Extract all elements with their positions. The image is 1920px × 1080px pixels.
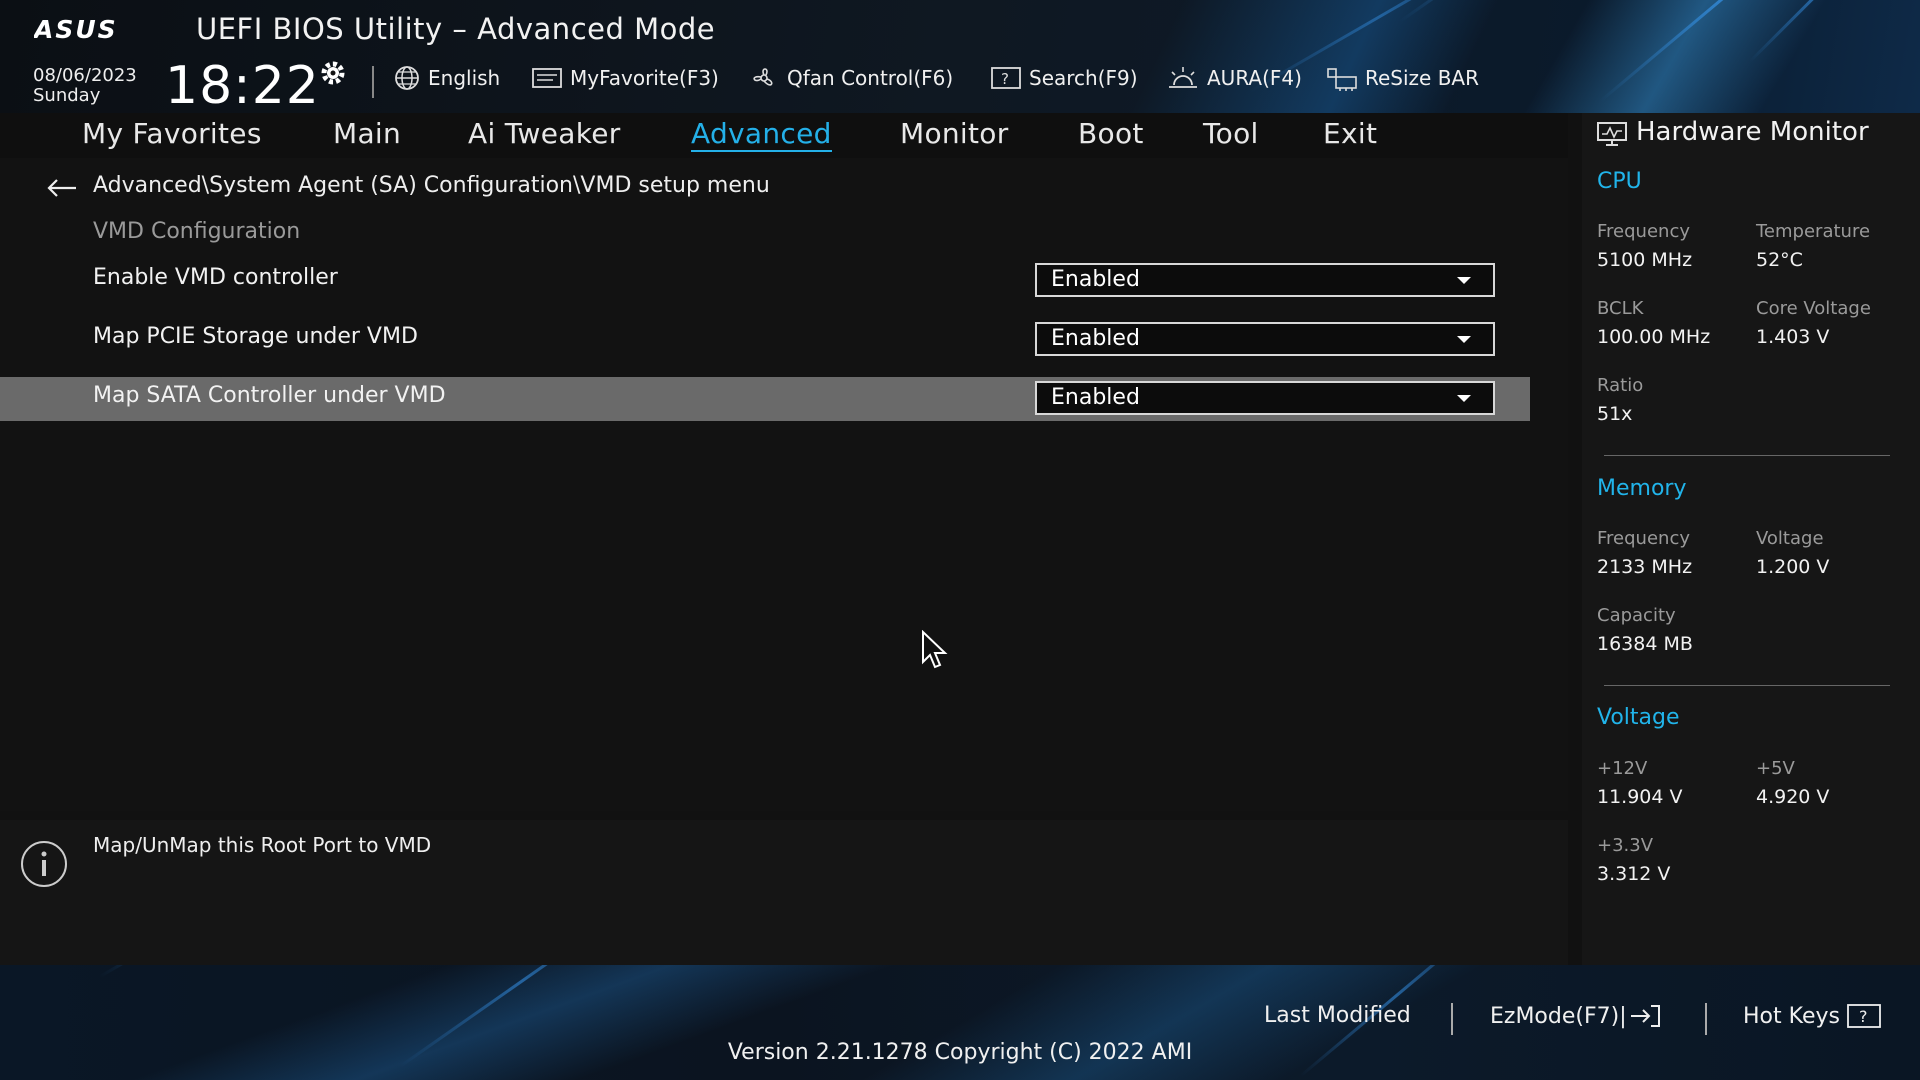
monitor-icon: [1597, 122, 1627, 146]
core-voltage-label: Core Voltage: [1756, 298, 1871, 319]
svg-text:?: ?: [1859, 1007, 1868, 1026]
option-label: Map PCIE Storage under VMD: [93, 324, 418, 349]
hot-keys-button[interactable]: Hot Keys ?: [1743, 1003, 1882, 1029]
bclk-label: BCLK: [1597, 298, 1644, 319]
resize-bar-label: ReSize BAR: [1365, 66, 1480, 90]
memory-frequency-value: 2133 MHz: [1597, 556, 1693, 578]
last-modified-button[interactable]: Last Modified: [1264, 1003, 1411, 1028]
section-title: VMD Configuration: [93, 219, 301, 244]
chevron-down-icon: [1457, 277, 1471, 284]
option-label: Enable VMD controller: [93, 265, 338, 290]
qfan-control-button[interactable]: Qfan Control(F6): [748, 64, 953, 92]
cpu-temperature-label: Temperature: [1756, 221, 1871, 242]
v33-value: 3.312 V: [1597, 863, 1671, 885]
bclk-value: 100.00 MHz: [1597, 326, 1711, 348]
language-label: English: [428, 66, 501, 90]
resize-bar-icon: [1327, 68, 1357, 91]
section-divider: [1604, 455, 1890, 456]
ezmode-label: EzMode(F7)|: [1490, 1003, 1627, 1029]
dropdown-value: Enabled: [1051, 385, 1140, 410]
ratio-value: 51x: [1597, 403, 1633, 425]
tab-monitor[interactable]: Monitor: [900, 113, 1009, 156]
core-voltage-value: 1.403 V: [1756, 326, 1830, 348]
language-button[interactable]: English: [393, 64, 500, 92]
v5-value: 4.920 V: [1756, 786, 1830, 808]
tab-my-favorites[interactable]: My Favorites: [82, 113, 262, 156]
capacity-label: Capacity: [1597, 605, 1676, 626]
aura-label: AURA(F4): [1207, 66, 1302, 90]
voltage-heading: Voltage: [1597, 705, 1680, 730]
option-label: Map SATA Controller under VMD: [93, 383, 446, 408]
hardware-monitor-title: Hardware Monitor: [1636, 117, 1869, 147]
gear-icon[interactable]: [318, 58, 348, 88]
fan-icon: [753, 68, 773, 86]
tab-exit[interactable]: Exit: [1323, 113, 1377, 156]
settings-panel: [0, 158, 1568, 811]
aura-icon: [1169, 67, 1197, 88]
tab-bar: My Favorites Main Ai Tweaker Advanced Mo…: [0, 113, 1568, 158]
hot-keys-label: Hot Keys: [1743, 1003, 1840, 1029]
exit-arrow-icon: [1630, 1005, 1660, 1027]
cpu-frequency-value: 5100 MHz: [1597, 249, 1693, 271]
section-divider: [1604, 685, 1890, 686]
svg-text:ASUS: ASUS: [34, 17, 118, 41]
footer-separator: [1705, 1003, 1707, 1035]
globe-icon: [395, 66, 419, 90]
memory-voltage-value: 1.200 V: [1756, 556, 1830, 578]
map-pcie-dropdown[interactable]: Enabled: [1035, 322, 1495, 356]
tab-boot[interactable]: Boot: [1078, 113, 1144, 156]
v12-label: +12V: [1597, 758, 1648, 779]
breadcrumb: Advanced\System Agent (SA) Configuration…: [93, 173, 770, 198]
chevron-down-icon: [1457, 395, 1471, 402]
search-button[interactable]: ? Search(F9): [990, 64, 1138, 92]
help-question-icon: ?: [1847, 1004, 1881, 1028]
dropdown-value: Enabled: [1051, 326, 1140, 351]
resize-bar-button[interactable]: ReSize BAR: [1326, 64, 1479, 92]
window-title: UEFI BIOS Utility – Advanced Mode: [196, 12, 716, 46]
v5-label: +5V: [1756, 758, 1795, 779]
header-separator: [372, 66, 374, 98]
date-readout: 08/06/2023: [33, 65, 137, 86]
search-label: Search(F9): [1029, 66, 1138, 90]
last-modified-label: Last Modified: [1264, 1003, 1411, 1028]
map-sata-dropdown[interactable]: Enabled: [1035, 381, 1495, 415]
ratio-label: Ratio: [1597, 375, 1644, 396]
clock-readout: 18:22: [165, 56, 320, 116]
aura-button[interactable]: AURA(F4): [1166, 64, 1302, 92]
chevron-down-icon: [1457, 336, 1471, 343]
tab-ai-tweaker[interactable]: Ai Tweaker: [468, 113, 621, 156]
capacity-value: 16384 MB: [1597, 633, 1693, 655]
option-row-enable-vmd[interactable]: Enable VMD controller Enabled: [0, 259, 1530, 303]
qfan-control-label: Qfan Control(F6): [787, 66, 954, 90]
tab-tool[interactable]: Tool: [1203, 113, 1259, 156]
tab-advanced[interactable]: Advanced: [691, 113, 832, 156]
footer-separator: [1451, 1003, 1453, 1035]
favorite-icon: [532, 68, 562, 88]
cpu-frequency-label: Frequency: [1597, 221, 1690, 242]
memory-heading: Memory: [1597, 476, 1687, 501]
back-arrow-icon[interactable]: [46, 178, 78, 198]
option-row-map-sata[interactable]: Map SATA Controller under VMD Enabled: [0, 377, 1530, 421]
search-icon: ?: [991, 67, 1021, 89]
myfavorite-button[interactable]: MyFavorite(F3): [531, 64, 719, 92]
cpu-heading: CPU: [1597, 169, 1642, 194]
ezmode-button[interactable]: EzMode(F7)|: [1490, 1003, 1663, 1029]
tab-main[interactable]: Main: [333, 113, 401, 156]
asus-logo: ASUS: [34, 17, 118, 41]
svg-text:?: ?: [1001, 70, 1009, 88]
v33-label: +3.3V: [1597, 835, 1654, 856]
help-text: Map/UnMap this Root Port to VMD: [93, 833, 432, 857]
info-icon: [21, 841, 67, 887]
option-row-map-pcie[interactable]: Map PCIE Storage under VMD Enabled: [0, 318, 1530, 362]
weekday-readout: Sunday: [33, 85, 101, 106]
enable-vmd-dropdown[interactable]: Enabled: [1035, 263, 1495, 297]
dropdown-value: Enabled: [1051, 267, 1140, 292]
version-text: Version 2.21.1278 Copyright (C) 2022 AMI: [727, 1040, 1193, 1065]
cpu-temperature-value: 52°C: [1756, 249, 1803, 271]
memory-voltage-label: Voltage: [1756, 528, 1824, 549]
myfavorite-label: MyFavorite(F3): [570, 66, 719, 90]
v12-value: 11.904 V: [1597, 786, 1683, 808]
memory-frequency-label: Frequency: [1597, 528, 1690, 549]
mouse-cursor-icon: [922, 630, 948, 669]
